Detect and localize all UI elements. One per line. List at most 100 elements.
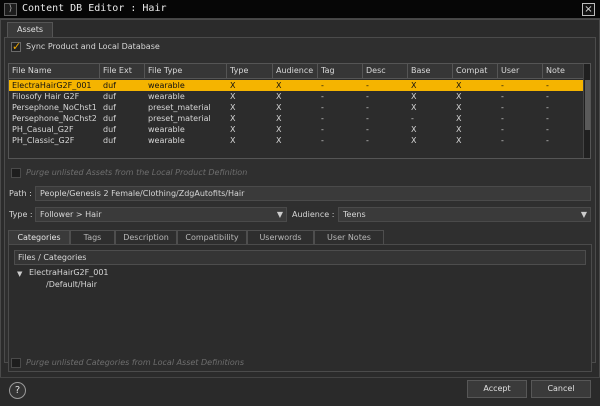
table-cell: duf <box>103 81 116 90</box>
table-row[interactable]: Persephone_NoChst1 duf preset_material X X - -… <box>9 102 585 113</box>
col-header-compat[interactable]: Compat <box>453 64 498 79</box>
table-cell: - <box>501 81 504 90</box>
col-header-audience[interactable]: Audience <box>273 64 318 79</box>
table-cell: X <box>456 114 462 123</box>
table-cell: duf <box>103 103 116 112</box>
table-cell: - <box>546 136 549 145</box>
table-row[interactable]: Persephone_NoChst2 duf preset_material X X - -… <box>9 113 585 124</box>
tree-file-item[interactable]: ElectraHairG2F_001 <box>29 268 109 277</box>
window-title: Content DB Editor : Hair <box>22 3 167 14</box>
table-cell: wearable <box>148 92 185 101</box>
tab-description[interactable]: Description <box>115 230 177 245</box>
table-cell: X <box>276 125 282 134</box>
table-cell: X <box>230 92 236 101</box>
table-cell: - <box>366 81 369 90</box>
table-cell: X <box>456 125 462 134</box>
table-cell: preset_material <box>148 103 211 112</box>
scrollbar-thumb[interactable] <box>585 80 590 130</box>
table-cell: PH_Classic_G2F <box>12 136 75 145</box>
table-cell: X <box>276 114 282 123</box>
asset-table[interactable]: File Name File Ext File Type Type Audien… <box>8 63 591 159</box>
table-cell: - <box>501 92 504 101</box>
table-cell: - <box>501 125 504 134</box>
tab-userwords[interactable]: Userwords <box>247 230 314 245</box>
table-cell: X <box>411 125 417 134</box>
table-cell: Persephone_NoChst2 <box>12 114 97 123</box>
col-header-file-ext[interactable]: File Ext <box>100 64 145 79</box>
type-dropdown[interactable]: Follower > Hair ▼ <box>35 207 287 222</box>
audience-label: Audience : <box>292 210 335 219</box>
close-icon[interactable]: × <box>582 3 595 16</box>
col-header-tag[interactable]: Tag <box>318 64 363 79</box>
table-cell: - <box>321 103 324 112</box>
table-cell: X <box>456 92 462 101</box>
table-cell: - <box>366 92 369 101</box>
table-cell: X <box>230 103 236 112</box>
table-cell: - <box>366 136 369 145</box>
cancel-button[interactable]: Cancel <box>531 380 591 398</box>
table-cell: X <box>276 81 282 90</box>
daz-app-icon: ⟩ <box>4 3 17 16</box>
tree-expand-icon[interactable]: ▼ <box>17 270 22 278</box>
purge-categories-label: Purge unlisted Categories from Local Ass… <box>26 358 245 367</box>
table-cell: - <box>546 125 549 134</box>
col-header-base[interactable]: Base <box>408 64 453 79</box>
table-cell: X <box>411 103 417 112</box>
sync-checkbox[interactable] <box>11 40 21 53</box>
audience-dropdown-value: Teens <box>343 210 366 219</box>
col-header-file-type[interactable]: File Type <box>145 64 227 79</box>
col-header-desc[interactable]: Desc <box>363 64 408 79</box>
table-cell: X <box>276 103 282 112</box>
tab-categories[interactable]: Categories <box>8 230 70 245</box>
table-cell: X <box>230 125 236 134</box>
table-row[interactable]: Filosofy Hair G2F duf wearable X X - - X X - - <box>9 91 585 102</box>
table-cell: X <box>276 92 282 101</box>
tab-user-notes[interactable]: User Notes <box>314 230 384 245</box>
table-cell: - <box>546 92 549 101</box>
table-cell: wearable <box>148 125 185 134</box>
tab-compatibility[interactable]: Compatibility <box>177 230 247 245</box>
chevron-down-icon: ▼ <box>276 210 283 219</box>
col-header-note[interactable]: Note <box>543 64 585 79</box>
col-header-file-name[interactable]: File Name <box>9 64 100 79</box>
help-icon[interactable]: ? <box>9 382 26 399</box>
type-dropdown-value: Follower > Hair <box>40 210 102 219</box>
table-cell: - <box>501 114 504 123</box>
table-cell: - <box>321 114 324 123</box>
table-cell: X <box>456 103 462 112</box>
table-cell: X <box>411 136 417 145</box>
accept-button[interactable]: Accept <box>467 380 527 398</box>
purge-assets-label: Purge unlisted Assets from the Local Pro… <box>26 168 248 177</box>
tab-tags[interactable]: Tags <box>70 230 115 245</box>
table-cell: - <box>321 136 324 145</box>
table-cell: duf <box>103 92 116 101</box>
type-label: Type : <box>9 210 33 219</box>
col-header-user[interactable]: User <box>498 64 543 79</box>
table-row[interactable]: ElectraHairG2F_001 duf wearable X X - - X X - - <box>9 80 585 91</box>
table-cell: wearable <box>148 136 185 145</box>
table-cell: Persephone_NoChst1 <box>12 103 97 112</box>
table-row[interactable]: PH_Casual_G2F duf wearable X X - - X X - - <box>9 124 585 135</box>
tab-assets[interactable]: Assets <box>7 22 53 37</box>
table-cell: - <box>411 114 414 123</box>
tree-category-item[interactable]: /Default/Hair <box>46 280 97 289</box>
path-label: Path : <box>9 189 32 198</box>
table-cell: - <box>366 125 369 134</box>
col-header-type[interactable]: Type <box>227 64 273 79</box>
audience-dropdown[interactable]: Teens ▼ <box>338 207 591 222</box>
vertical-scrollbar[interactable] <box>583 64 590 158</box>
path-field[interactable]: People/Genesis 2 Female/Clothing/ZdgAuto… <box>35 186 591 201</box>
purge-categories-checkbox[interactable] <box>11 358 21 368</box>
table-cell: X <box>456 81 462 90</box>
table-cell: Filosofy Hair G2F <box>12 92 80 101</box>
table-cell: X <box>230 136 236 145</box>
table-cell: - <box>546 103 549 112</box>
chevron-down-icon: ▼ <box>580 210 587 219</box>
table-cell: duf <box>103 125 116 134</box>
table-cell: - <box>321 92 324 101</box>
purge-assets-checkbox[interactable] <box>11 168 21 178</box>
table-cell: PH_Casual_G2F <box>12 125 74 134</box>
categories-panel: Files / Categories ▼ ElectraHairG2F_001 … <box>8 244 592 372</box>
table-row[interactable]: PH_Classic_G2F duf wearable X X - - X X - - <box>9 135 585 146</box>
table-cell: - <box>366 103 369 112</box>
